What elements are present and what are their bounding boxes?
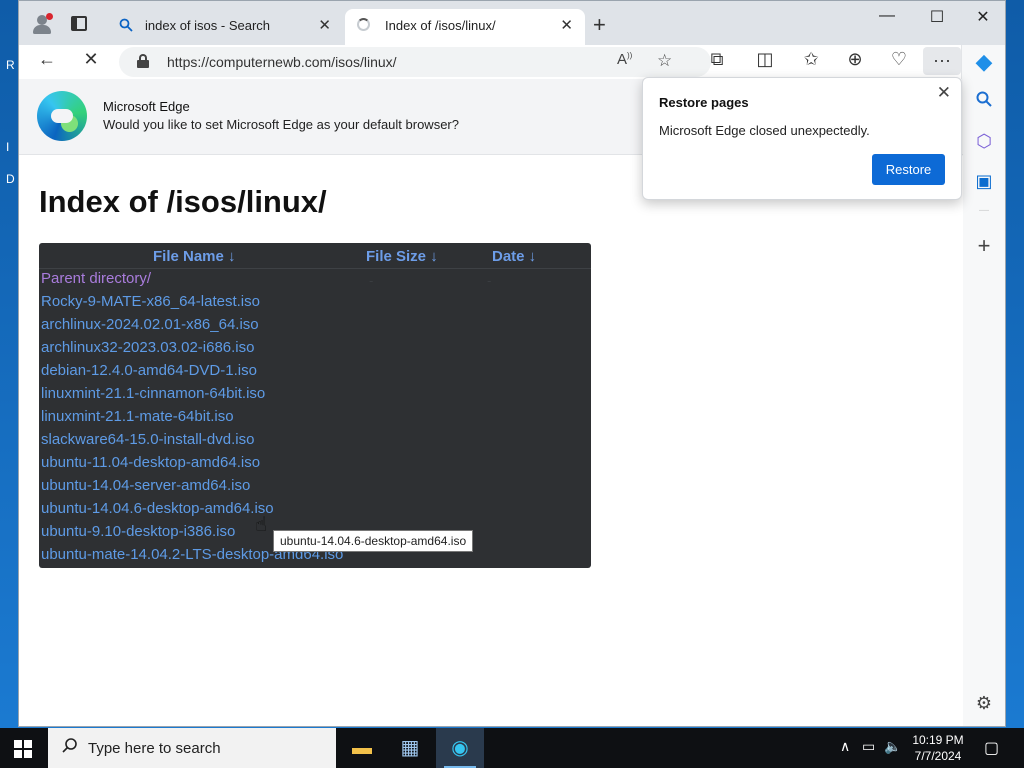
table-row: Parent directory/ - - <box>39 269 591 292</box>
copilot-icon[interactable]: ◆ <box>962 49 1006 75</box>
close-tab-icon[interactable]: ✕ <box>560 16 573 34</box>
search-icon <box>62 737 78 758</box>
file-link[interactable]: debian-12.4.0-amd64-DVD-1.iso <box>41 362 257 379</box>
hand-cursor-icon: ☝ <box>255 514 268 536</box>
sidebar-settings-gear-icon[interactable]: ⚙ <box>962 693 1006 714</box>
maximize-button[interactable]: ☐ <box>914 7 960 27</box>
file-link[interactable]: ubuntu-14.04.6-desktop-amd64.iso <box>41 500 274 517</box>
close-window-button[interactable]: ✕ <box>960 7 1006 27</box>
file-date: - <box>487 273 492 288</box>
lock-icon[interactable] <box>137 54 149 68</box>
column-header-date[interactable]: Date ↓ <box>492 248 536 265</box>
table-row: Rocky-9-MATE-x86_64-latest.iso <box>39 292 591 315</box>
file-table: File Name ↓ File Size ↓ Date ↓ Parent di… <box>39 243 591 568</box>
new-tab-button[interactable]: + <box>593 12 606 38</box>
close-tab-icon[interactable]: ✕ <box>318 16 331 34</box>
popup-title: Restore pages <box>659 95 749 110</box>
clock-time: 10:19 PM <box>912 733 964 747</box>
file-link[interactable]: ubuntu-9.10-desktop-i386.iso <box>41 523 235 540</box>
restore-pages-popup: Restore pages ✕ Microsoft Edge closed un… <box>642 77 962 200</box>
infobar-message: Would you like to set Microsoft Edge as … <box>103 117 459 132</box>
file-link[interactable]: slackware64-15.0-install-dvd.iso <box>41 431 254 448</box>
file-size: - <box>369 273 374 288</box>
browser-window: index of isos - Search ✕ Index of /isos/… <box>18 0 1006 727</box>
table-row: ubuntu-14.04.6-desktop-amd64.iso <box>39 499 591 522</box>
search-icon[interactable] <box>962 91 1006 112</box>
network-icon[interactable]: ▭ <box>862 738 875 755</box>
restore-button[interactable]: Restore <box>872 154 945 185</box>
desktop-icon-label[interactable]: D <box>6 172 15 186</box>
edge-sidebar: ◆ ⬡ ▣ — + ⚙ <box>961 45 1005 726</box>
edge-taskbar-icon[interactable]: ◉ <box>436 728 484 768</box>
address-bar[interactable]: https://computernewb.com/isos/linux/ A))… <box>119 47 711 77</box>
file-link[interactable]: ubuntu-14.04-server-amd64.iso <box>41 477 250 494</box>
tab-actions-icon[interactable] <box>71 16 87 31</box>
add-sidebar-app-icon[interactable]: + <box>962 233 1006 259</box>
table-row: archlinux-2024.02.01-x86_64.iso <box>39 315 591 338</box>
collections-icon[interactable]: ⊕ <box>841 49 869 70</box>
page-title: Index of /isos/linux/ <box>39 184 327 219</box>
browser-essentials-icon[interactable]: ♡ <box>885 49 913 70</box>
profile-icon[interactable] <box>31 13 53 35</box>
file-explorer-icon[interactable]: ▬ <box>338 728 386 768</box>
tray-chevron-icon[interactable]: ∧ <box>840 738 850 755</box>
tab-label: Index of /isos/linux/ <box>385 18 496 33</box>
edge-logo-icon <box>37 91 87 141</box>
favorites-icon[interactable]: ✩ <box>797 49 825 70</box>
tools-icon[interactable]: ⬡ <box>962 131 1006 152</box>
page-content: Index of /isos/linux/ File Name ↓ File S… <box>19 156 963 726</box>
file-link[interactable]: linuxmint-21.1-mate-64bit.iso <box>41 408 234 425</box>
file-link[interactable]: linuxmint-21.1-cinnamon-64bit.iso <box>41 385 265 402</box>
file-link[interactable]: archlinux-2024.02.01-x86_64.iso <box>41 316 259 333</box>
search-icon <box>119 18 133 35</box>
tab-label: index of isos - Search <box>145 18 271 33</box>
outlook-icon[interactable]: ▣ <box>962 171 1006 192</box>
tab-search[interactable]: index of isos - Search ✕ <box>105 9 343 45</box>
desktop-icon-label[interactable]: R <box>6 58 15 72</box>
start-windows-icon[interactable] <box>14 740 32 758</box>
infobar-title: Microsoft Edge <box>103 99 190 114</box>
url-text[interactable]: https://computernewb.com/isos/linux/ <box>167 54 397 70</box>
table-row: archlinux32-2023.03.02-i686.iso <box>39 338 591 361</box>
notifications-icon[interactable]: ▢ <box>984 738 999 758</box>
table-row: ubuntu-14.04-server-amd64.iso <box>39 476 591 499</box>
table-row: debian-12.4.0-amd64-DVD-1.iso <box>39 361 591 384</box>
back-button[interactable]: ← <box>33 49 61 70</box>
table-row: linuxmint-21.1-cinnamon-64bit.iso <box>39 384 591 407</box>
table-row: ubuntu-11.04-desktop-amd64.iso <box>39 453 591 476</box>
taskbar-search-box[interactable]: Type here to search <box>48 728 336 768</box>
navigation-toolbar: ← ✕ https://computernewb.com/isos/linux/… <box>19 45 1005 77</box>
settings-more-icon[interactable]: ··· <box>923 47 961 75</box>
volume-muted-icon[interactable]: 🔈 <box>884 738 901 755</box>
taskbar-search-placeholder: Type here to search <box>88 740 221 757</box>
table-row: slackware64-15.0-install-dvd.iso <box>39 430 591 453</box>
read-aloud-icon[interactable]: A)) <box>617 51 632 68</box>
file-link[interactable]: ubuntu-11.04-desktop-amd64.iso <box>41 454 260 471</box>
column-header-file-name[interactable]: File Name ↓ <box>153 248 236 265</box>
column-header-file-size[interactable]: File Size ↓ <box>366 248 438 265</box>
loading-icon <box>357 18 370 31</box>
taskbar: Type here to search ▬ ▦ ◉ ∧ ▭ 🔈 10:19 PM… <box>0 728 1024 768</box>
title-bar: index of isos - Search ✕ Index of /isos/… <box>19 1 1005 45</box>
popup-message: Microsoft Edge closed unexpectedly. <box>659 123 870 138</box>
split-screen-icon[interactable]: ◫ <box>751 49 779 70</box>
system-clock[interactable]: 10:19 PM 7/7/2024 <box>902 732 974 764</box>
stop-loading-button[interactable]: ✕ <box>77 49 105 70</box>
favorite-star-icon[interactable]: ☆ <box>657 51 672 71</box>
file-link[interactable]: archlinux32-2023.03.02-i686.iso <box>41 339 254 356</box>
extensions-icon[interactable]: ⧉ <box>703 49 731 70</box>
tab-index-linux[interactable]: Index of /isos/linux/ ✕ <box>345 9 585 45</box>
clock-date: 7/7/2024 <box>914 749 962 763</box>
table-row: linuxmint-21.1-mate-64bit.iso <box>39 407 591 430</box>
remote-desktop-icon[interactable]: ▦ <box>386 728 434 768</box>
sidebar-divider: — <box>979 205 989 216</box>
close-icon[interactable]: ✕ <box>937 83 951 103</box>
file-link[interactable]: Rocky-9-MATE-x86_64-latest.iso <box>41 293 260 310</box>
desktop-icon-label[interactable]: I <box>6 140 9 154</box>
link-tooltip: ubuntu-14.04.6-desktop-amd64.iso <box>273 530 474 552</box>
minimize-button[interactable]: — <box>864 7 910 25</box>
parent-directory-link[interactable]: Parent directory/ <box>41 270 151 287</box>
